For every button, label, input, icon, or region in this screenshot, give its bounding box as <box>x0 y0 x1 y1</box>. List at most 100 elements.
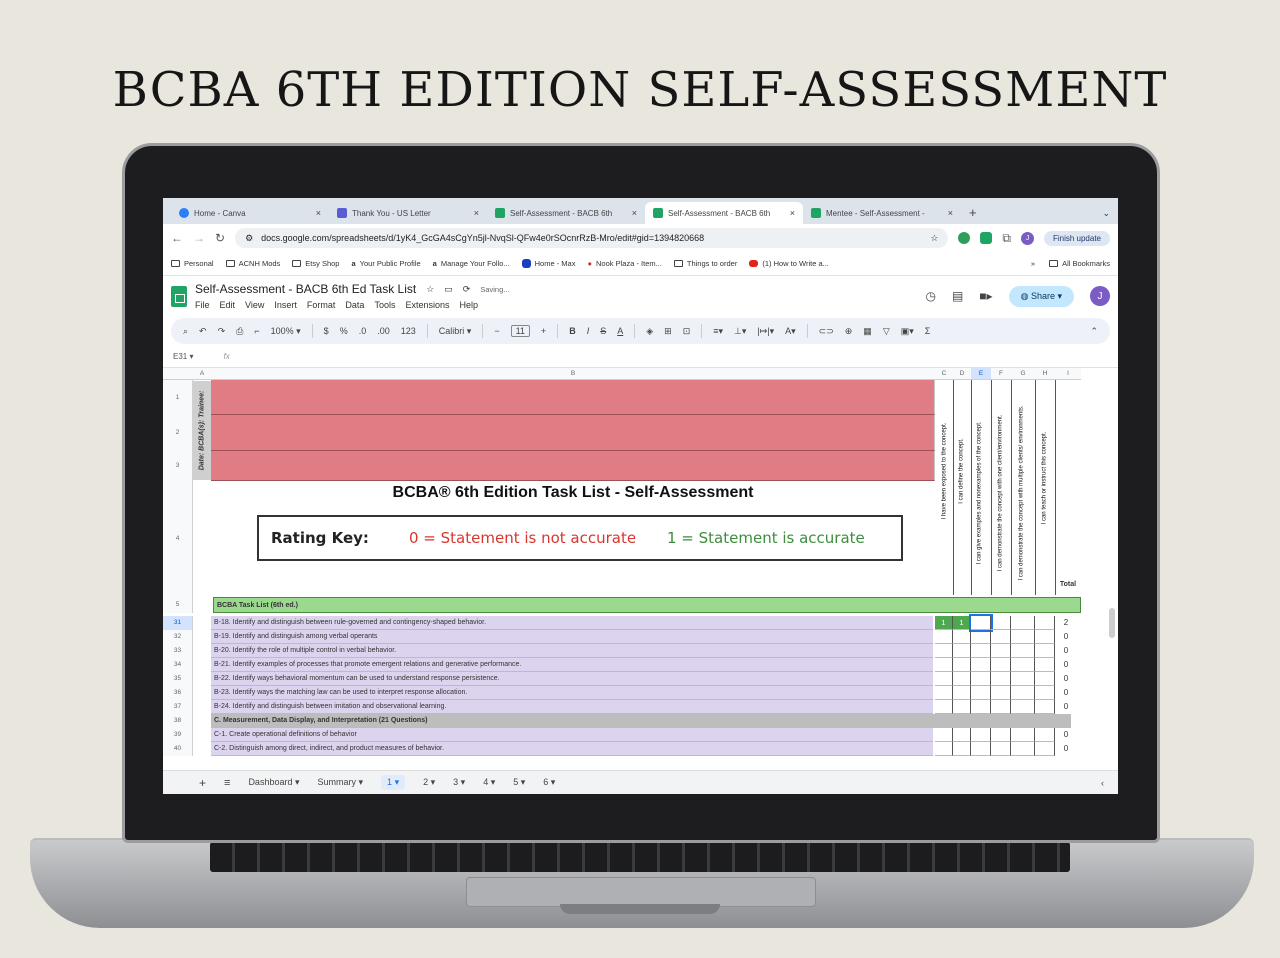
sheet-tab[interactable]: Summary ▾ <box>318 777 364 788</box>
extension-icon[interactable] <box>980 232 993 244</box>
star-icon[interactable]: ☆ <box>930 233 938 244</box>
row-header[interactable]: 37 <box>163 700 193 714</box>
rating-cell-d[interactable] <box>953 686 971 700</box>
rating-cell-d[interactable] <box>953 742 971 756</box>
rating-cell-d[interactable] <box>953 644 971 658</box>
task-row[interactable]: B-24. Identify and distinguish between i… <box>193 700 1083 714</box>
bookmark[interactable]: a Your Public Profile <box>351 259 420 268</box>
print-icon[interactable]: ⎙ <box>236 326 243 337</box>
rating-cell-e[interactable] <box>971 700 991 714</box>
trainee-cell[interactable] <box>211 380 935 415</box>
collapse-toolbar-icon[interactable]: ⌃ <box>1090 326 1098 337</box>
back-icon[interactable]: ← <box>171 231 183 245</box>
row-header[interactable]: 3 <box>163 451 193 481</box>
merge-cells-icon[interactable]: ⊡ <box>683 326 691 337</box>
bookmark[interactable]: Etsy Shop <box>292 259 339 268</box>
rating-cell-f[interactable] <box>991 672 1011 686</box>
rating-cell-c[interactable] <box>935 700 953 714</box>
functions-icon[interactable]: Σ <box>925 326 931 336</box>
finish-update-button[interactable]: Finish update <box>1043 230 1110 246</box>
row-header[interactable]: 1 <box>163 380 193 415</box>
comment-icon[interactable]: ⊕ <box>845 326 853 337</box>
menu-help[interactable]: Help <box>459 300 478 310</box>
column-header[interactable]: G <box>1011 368 1035 380</box>
text-color-icon[interactable]: A <box>617 326 623 336</box>
rating-cell-h[interactable] <box>1035 672 1055 686</box>
percent-icon[interactable]: % <box>340 326 348 336</box>
rating-cell-c[interactable] <box>935 728 953 742</box>
scroll-left-icon[interactable]: ‹ <box>1101 778 1104 788</box>
menu-insert[interactable]: Insert <box>274 300 297 310</box>
rating-cell-h[interactable] <box>1035 616 1055 630</box>
rating-cell-f[interactable] <box>991 658 1011 672</box>
menu-tools[interactable]: Tools <box>374 300 395 310</box>
rating-cell-c[interactable] <box>935 658 953 672</box>
bookmark[interactable]: ACNH Mods <box>225 259 280 268</box>
fill-color-icon[interactable]: ◈ <box>646 326 653 337</box>
menu-edit[interactable]: Edit <box>220 300 236 310</box>
row-header[interactable]: 33 <box>163 644 193 658</box>
task-row[interactable]: B-19. Identify and distinguish among ver… <box>193 630 1083 644</box>
history-icon[interactable]: ◷ <box>925 289 935 303</box>
paint-format-icon[interactable]: ⌐ <box>254 326 259 336</box>
rating-cell-c[interactable] <box>935 742 953 756</box>
document-title[interactable]: Self-Assessment - BACB 6th Ed Task List <box>195 282 416 296</box>
rating-cell-h[interactable] <box>1035 742 1055 756</box>
rating-cell-g[interactable] <box>1011 658 1035 672</box>
rating-cell-e[interactable] <box>971 630 991 644</box>
sheet-tab[interactable]: 2 ▾ <box>423 777 435 788</box>
forward-icon[interactable]: → <box>193 231 205 245</box>
rating-cell-d[interactable] <box>953 630 971 644</box>
search-icon[interactable]: ⌕ <box>183 326 188 337</box>
close-icon[interactable]: × <box>790 208 795 218</box>
link-icon[interactable]: ⊂⊃ <box>819 326 834 337</box>
row-header[interactable]: 31 <box>163 616 193 630</box>
extensions-puzzle-icon[interactable]: ⧉ <box>1002 231 1011 246</box>
row-header[interactable]: 2 <box>163 415 193 451</box>
rating-cell-c[interactable] <box>935 630 953 644</box>
undo-icon[interactable]: ↶ <box>199 326 207 337</box>
rating-cell-e[interactable] <box>971 742 991 756</box>
bookmark[interactable]: Personal <box>171 259 214 268</box>
task-row[interactable]: B-22. Identify ways behavioral momentum … <box>193 672 1083 686</box>
sheet-tab[interactable]: 5 ▾ <box>513 777 525 788</box>
comments-icon[interactable]: ▤ <box>952 289 963 303</box>
chevron-down-icon[interactable]: ⌄ <box>1102 208 1110 219</box>
section-header-row[interactable]: BCBA Task List (6th ed.) <box>193 597 1083 613</box>
rating-cell-e[interactable] <box>971 728 991 742</box>
align-horizontal-icon[interactable]: ≡▾ <box>713 326 723 337</box>
menu-data[interactable]: Data <box>345 300 364 310</box>
close-icon[interactable]: × <box>632 208 637 218</box>
rating-cell-e[interactable] <box>971 644 991 658</box>
rating-cell-f[interactable] <box>991 700 1011 714</box>
sheets-logo-icon[interactable] <box>171 285 187 307</box>
rating-cell-h[interactable] <box>1035 728 1055 742</box>
column-header[interactable]: B <box>211 368 935 380</box>
rating-cell-g[interactable] <box>1011 686 1035 700</box>
menu-file[interactable]: File <box>195 300 210 310</box>
rating-cell-e[interactable] <box>969 614 993 632</box>
task-row[interactable]: C-2. Distinguish among direct, indirect,… <box>193 742 1083 756</box>
spreadsheet-grid[interactable]: A B C D E F G H I 1 2 3 4 5 Date: BCBA(s… <box>163 368 1118 762</box>
row-header[interactable]: 35 <box>163 672 193 686</box>
extension-icon[interactable] <box>958 232 971 244</box>
rating-cell-d[interactable]: 1 <box>953 616 971 630</box>
name-box[interactable]: E31 ▾ <box>173 352 193 361</box>
rating-cell-g[interactable] <box>1011 616 1035 630</box>
rating-cell-d[interactable] <box>953 672 971 686</box>
rating-cell-g[interactable] <box>1011 728 1035 742</box>
url-field[interactable]: ⚙ docs.google.com/spreadsheets/d/1yK4_Gc… <box>235 228 949 248</box>
reload-icon[interactable]: ↻ <box>215 231 225 245</box>
rating-cell-g[interactable] <box>1011 672 1035 686</box>
bcba-cell[interactable] <box>211 415 935 451</box>
rating-cell-e[interactable] <box>971 672 991 686</box>
bookmark[interactable]: (1) How to Write a... <box>749 259 829 268</box>
star-icon[interactable]: ☆ <box>426 284 434 295</box>
rating-cell-c[interactable] <box>935 644 953 658</box>
filter-icon[interactable]: ▽ <box>883 326 890 337</box>
rating-cell-h[interactable] <box>1035 700 1055 714</box>
rating-cell-e[interactable] <box>971 658 991 672</box>
section-row[interactable]: C. Measurement, Data Display, and Interp… <box>193 714 1083 728</box>
profile-avatar[interactable]: J <box>1020 231 1034 245</box>
column-header[interactable]: C <box>935 368 953 380</box>
